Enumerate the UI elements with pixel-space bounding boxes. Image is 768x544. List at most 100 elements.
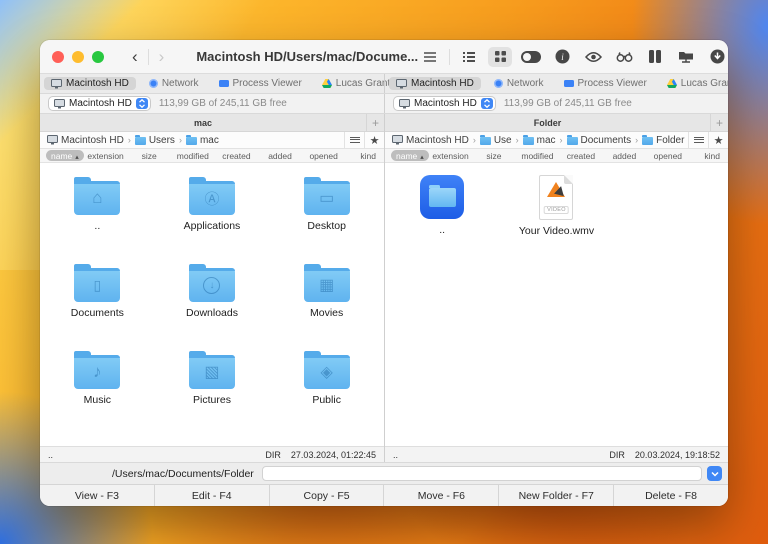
- breadcrumb-item[interactable]: Documents: [567, 135, 632, 146]
- detail-view-icon[interactable]: [457, 47, 481, 67]
- pane-tab-bar: Folder: [385, 114, 728, 132]
- add-tab-button[interactable]: [366, 114, 384, 131]
- folder-icon: [135, 137, 146, 145]
- search-binoculars-icon[interactable]: [612, 47, 636, 67]
- column-extension[interactable]: extension: [429, 151, 472, 161]
- file-item-your-video[interactable]: VIDEO Your Video.wmv: [499, 171, 613, 237]
- back-button[interactable]: ‹: [126, 48, 144, 65]
- breadcrumb-item[interactable]: Macintosh HD: [47, 135, 124, 146]
- column-added[interactable]: added: [603, 151, 646, 161]
- column-name[interactable]: name: [46, 150, 84, 161]
- edit-button[interactable]: Edit - F4: [154, 485, 269, 506]
- file-item-parent[interactable]: ..: [40, 171, 155, 232]
- pane-tab[interactable]: Folder: [385, 118, 710, 128]
- breadcrumb-item[interactable]: Folder: [642, 135, 684, 146]
- panes: mac Macintosh HD Users: [40, 114, 728, 462]
- view-button[interactable]: View - F3: [40, 485, 154, 506]
- folder-icon: [480, 137, 491, 145]
- status-kind: DIR: [265, 450, 281, 460]
- divider: [449, 49, 450, 65]
- command-history-button[interactable]: [707, 466, 722, 481]
- breadcrumb-item[interactable]: Macintosh HD: [392, 135, 469, 146]
- desktop-folder-icon: [304, 181, 350, 215]
- path-menu-button[interactable]: [688, 132, 708, 148]
- column-modified[interactable]: modified: [516, 151, 559, 161]
- column-created[interactable]: created: [559, 151, 602, 161]
- tab-strip-row: Macintosh HD Network Process Viewer Luca…: [40, 74, 728, 94]
- tab-network[interactable]: Network: [142, 77, 206, 90]
- toggle-icon[interactable]: [519, 47, 543, 67]
- file-item-public[interactable]: Public: [269, 345, 384, 406]
- info-icon[interactable]: i: [550, 47, 574, 67]
- minimize-button[interactable]: [72, 51, 84, 63]
- column-kind[interactable]: kind: [345, 151, 376, 161]
- path-menu-button[interactable]: [344, 132, 364, 148]
- list-view-icon[interactable]: [418, 47, 442, 67]
- file-item-pictures[interactable]: Pictures: [155, 345, 270, 406]
- home-icon: [74, 181, 120, 215]
- breadcrumb-item[interactable]: mac: [523, 135, 556, 146]
- app-store-icon: [189, 181, 235, 215]
- chevron-right-icon: [179, 135, 182, 145]
- file-item-applications[interactable]: Applications: [155, 171, 270, 232]
- file-item-documents[interactable]: Documents: [40, 258, 155, 319]
- column-size[interactable]: size: [127, 151, 171, 161]
- computer-icon: [54, 99, 65, 109]
- tab-process-viewer[interactable]: Process Viewer: [212, 77, 309, 90]
- breadcrumb-item[interactable]: Use: [480, 135, 512, 146]
- preview-eye-icon[interactable]: [581, 47, 605, 67]
- tab-macintosh-hd[interactable]: Macintosh HD: [389, 77, 481, 90]
- drive-selector[interactable]: Macintosh HD: [48, 96, 151, 111]
- video-app-logo-icon: [547, 182, 565, 197]
- column-created[interactable]: created: [215, 151, 259, 161]
- grid-view-icon[interactable]: [488, 47, 512, 67]
- tab-macintosh-hd[interactable]: Macintosh HD: [44, 77, 136, 90]
- column-name[interactable]: name: [391, 150, 429, 161]
- breadcrumb-tools: [344, 132, 384, 148]
- column-size[interactable]: size: [472, 151, 515, 161]
- move-button[interactable]: Move - F6: [383, 485, 498, 506]
- dual-pane-icon[interactable]: [643, 47, 667, 67]
- file-item-music[interactable]: Music: [40, 345, 155, 406]
- network-folder-icon[interactable]: [674, 47, 698, 67]
- column-kind[interactable]: kind: [690, 151, 720, 161]
- breadcrumb-item[interactable]: Users: [135, 135, 175, 146]
- file-item-parent[interactable]: ..: [385, 171, 499, 236]
- file-item-movies[interactable]: Movies: [269, 258, 384, 319]
- favorite-button[interactable]: [708, 132, 728, 148]
- close-button[interactable]: [52, 51, 64, 63]
- breadcrumb-item[interactable]: mac: [186, 135, 219, 146]
- computer-icon: [392, 135, 403, 145]
- delete-button[interactable]: Delete - F8: [613, 485, 728, 506]
- left-pane: mac Macintosh HD Users: [40, 114, 384, 462]
- column-modified[interactable]: modified: [171, 151, 215, 161]
- command-path-label: /Users/mac/Documents/Folder: [112, 468, 254, 480]
- favorite-button[interactable]: [364, 132, 384, 148]
- new-folder-button[interactable]: New Folder - F7: [498, 485, 613, 506]
- menu-icon: [350, 137, 360, 144]
- download-icon[interactable]: [705, 47, 728, 67]
- command-input[interactable]: [262, 466, 702, 481]
- copy-button[interactable]: Copy - F5: [269, 485, 384, 506]
- left-drive-bar: Macintosh HD 113,99 GB of 245,11 GB free: [40, 94, 384, 113]
- add-tab-button[interactable]: [710, 114, 728, 131]
- file-item-desktop[interactable]: Desktop: [269, 171, 384, 232]
- column-extension[interactable]: extension: [84, 151, 128, 161]
- column-added[interactable]: added: [258, 151, 302, 161]
- page-corner: [564, 175, 573, 184]
- column-opened[interactable]: opened: [302, 151, 346, 161]
- drive-selector[interactable]: Macintosh HD: [393, 96, 496, 111]
- right-pane: Folder Macintosh HD Use: [384, 114, 728, 462]
- column-opened[interactable]: opened: [646, 151, 689, 161]
- tab-network[interactable]: Network: [487, 77, 551, 90]
- tab-lucas-grant[interactable]: Lucas Grant: [660, 77, 728, 90]
- drive-icon: [667, 79, 677, 88]
- forward-button[interactable]: ›: [153, 48, 171, 65]
- zoom-button[interactable]: [92, 51, 104, 63]
- status-selected-item: ..: [393, 450, 398, 460]
- tab-process-viewer[interactable]: Process Viewer: [557, 77, 654, 90]
- pane-tab[interactable]: mac: [40, 118, 366, 128]
- parent-folder-icon: [420, 175, 464, 219]
- status-selected-item: ..: [48, 450, 53, 460]
- file-item-downloads[interactable]: Downloads: [155, 258, 270, 319]
